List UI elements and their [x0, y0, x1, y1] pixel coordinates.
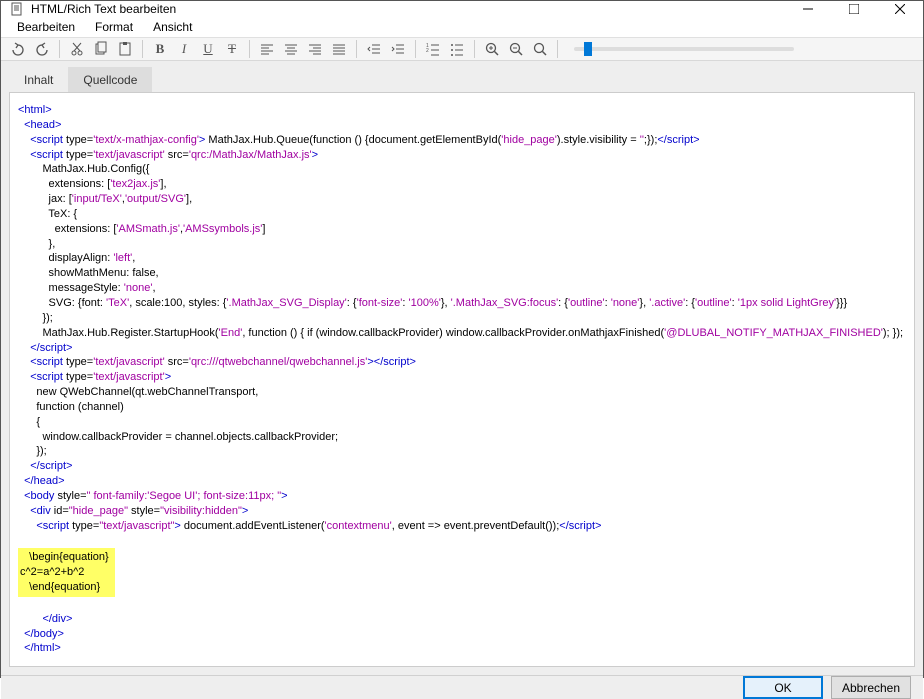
toolbar-separator [59, 40, 60, 58]
undo-button[interactable] [7, 38, 29, 60]
toolbar-separator [249, 40, 250, 58]
align-justify-button[interactable] [328, 38, 350, 60]
toolbar-separator [474, 40, 475, 58]
titlebar: HTML/Rich Text bearbeiten [1, 1, 923, 17]
menu-edit[interactable]: Bearbeiten [7, 17, 85, 37]
dialog-window: HTML/Rich Text bearbeiten Bearbeiten For… [0, 0, 924, 678]
toolbar-separator [415, 40, 416, 58]
maximize-button[interactable] [831, 1, 877, 17]
zoom-in-button[interactable] [481, 38, 503, 60]
svg-text:2: 2 [426, 48, 429, 54]
underline-button[interactable]: U [197, 38, 219, 60]
zoom-slider[interactable] [574, 47, 794, 51]
cancel-button[interactable]: Abbrechen [831, 676, 911, 699]
toolbar-separator [142, 40, 143, 58]
align-right-button[interactable] [304, 38, 326, 60]
dialog-footer: OK Abbrechen [1, 675, 923, 699]
redo-button[interactable] [31, 38, 53, 60]
paste-button[interactable] [114, 38, 136, 60]
outdent-button[interactable] [363, 38, 385, 60]
align-left-button[interactable] [256, 38, 278, 60]
window-controls [785, 1, 923, 17]
window-title: HTML/Rich Text bearbeiten [31, 2, 785, 16]
ok-button[interactable]: OK [743, 676, 823, 699]
highlighted-equation-block: \begin{equation} c^2=a^2+b^2 \end{equati… [18, 548, 115, 597]
toolbar-separator [356, 40, 357, 58]
zoom-reset-button[interactable] [529, 38, 551, 60]
tab-source[interactable]: Quellcode [68, 67, 152, 92]
menu-view[interactable]: Ansicht [143, 17, 202, 37]
copy-button[interactable] [90, 38, 112, 60]
italic-button[interactable]: I [173, 38, 195, 60]
cut-button[interactable] [66, 38, 88, 60]
toolbar-separator [557, 40, 558, 58]
zoom-out-button[interactable] [505, 38, 527, 60]
strikethrough-button[interactable]: T [221, 38, 243, 60]
align-center-button[interactable] [280, 38, 302, 60]
app-document-icon [9, 1, 25, 17]
tab-area: Inhalt Quellcode [1, 61, 923, 92]
minimize-button[interactable] [785, 1, 831, 17]
unordered-list-button[interactable] [446, 38, 468, 60]
menubar: Bearbeiten Format Ansicht [1, 17, 923, 38]
slider-thumb[interactable] [584, 42, 592, 56]
content-area: <html> <head> <script type='text/x-mathj… [1, 92, 923, 675]
ordered-list-button[interactable]: 12 [422, 38, 444, 60]
bold-button[interactable]: B [149, 38, 171, 60]
close-button[interactable] [877, 1, 923, 17]
indent-button[interactable] [387, 38, 409, 60]
tab-content[interactable]: Inhalt [9, 67, 68, 92]
menu-format[interactable]: Format [85, 17, 143, 37]
toolbar: B I U T 12 [1, 38, 923, 61]
source-code-editor[interactable]: <html> <head> <script type='text/x-mathj… [9, 92, 915, 667]
